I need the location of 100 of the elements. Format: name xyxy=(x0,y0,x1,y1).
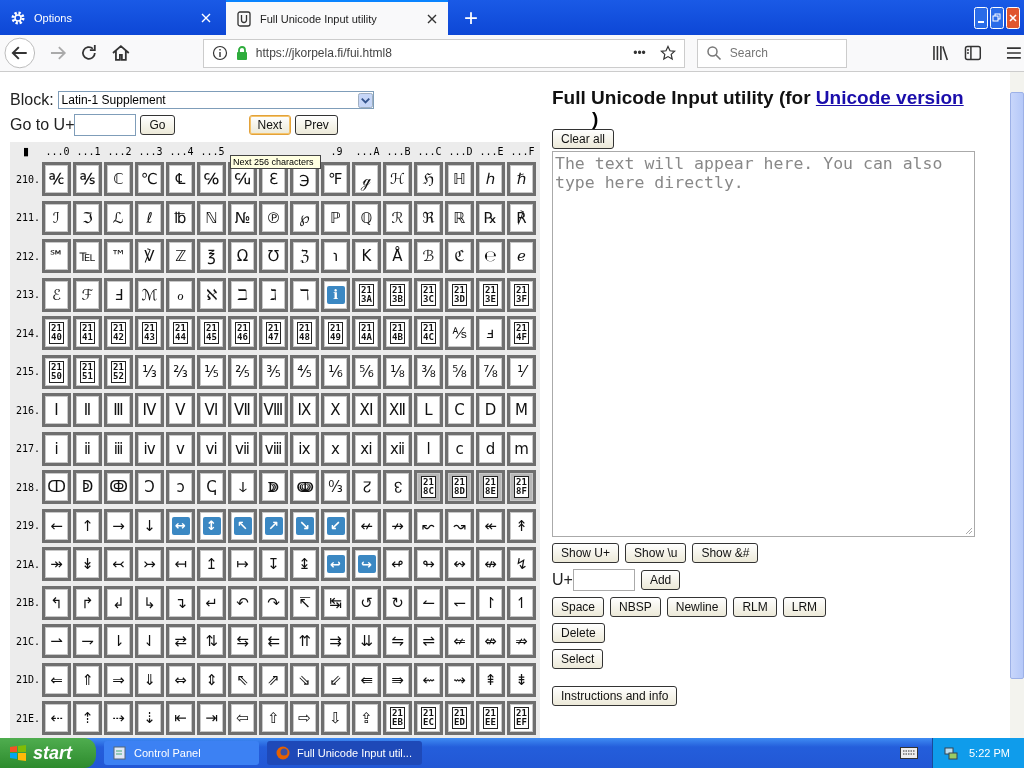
character-button[interactable]: ↀ xyxy=(42,470,71,505)
delete-button[interactable]: Delete xyxy=(552,623,605,643)
character-button[interactable]: ⇙ xyxy=(321,662,350,697)
character-button[interactable]: 214C xyxy=(414,316,443,351)
character-button[interactable]: Ⅽ xyxy=(445,393,474,428)
character-button[interactable]: 21ED xyxy=(445,701,474,736)
character-button[interactable]: ℓ xyxy=(135,200,164,235)
character-button[interactable]: ⇁ xyxy=(73,624,102,659)
go-button[interactable]: Go xyxy=(140,115,175,135)
home-button[interactable] xyxy=(111,43,131,63)
character-button[interactable]: ⇠ xyxy=(42,701,71,736)
character-button[interactable]: Ⅴ xyxy=(166,393,195,428)
character-button[interactable]: ℠ xyxy=(42,239,71,274)
character-button[interactable]: → xyxy=(104,508,133,543)
character-button[interactable]: ⇆ xyxy=(228,624,257,659)
character-button[interactable]: ↨ xyxy=(290,547,319,582)
character-button[interactable]: ⇢ xyxy=(104,701,133,736)
character-button[interactable]: ℘ xyxy=(290,200,319,235)
taskbar-button[interactable]: Full Unicode Input util... xyxy=(267,741,422,765)
character-button[interactable]: ℥ xyxy=(197,239,226,274)
character-button[interactable]: 213D xyxy=(445,277,474,312)
search-bar[interactable]: Search xyxy=(696,38,847,68)
character-button[interactable]: ⇊ xyxy=(352,624,381,659)
character-button[interactable]: ℝ xyxy=(445,200,474,235)
character-button[interactable]: Ⅹ xyxy=(321,393,350,428)
character-button[interactable]: ℋ xyxy=(383,162,412,197)
character-button[interactable]: ⅾ xyxy=(476,431,505,466)
insert-button[interactable]: LRM xyxy=(782,597,827,617)
character-button[interactable]: ↟ xyxy=(507,508,536,543)
add-button[interactable]: Add xyxy=(640,570,681,590)
character-button[interactable]: ⇇ xyxy=(259,624,288,659)
character-button[interactable]: ↗ xyxy=(259,508,288,543)
character-button[interactable]: Ⅲ xyxy=(104,393,133,428)
character-button[interactable]: ⅚ xyxy=(352,354,381,389)
block-dropdown[interactable]: Latin-1 Supplement xyxy=(57,91,374,109)
character-button[interactable]: ↊ xyxy=(352,470,381,505)
character-button[interactable]: Ⅰ xyxy=(42,393,71,428)
character-button[interactable]: ↽ xyxy=(445,585,474,620)
character-button[interactable]: ℯ xyxy=(507,239,536,274)
character-button[interactable]: ⇄ xyxy=(166,624,195,659)
character-button[interactable]: 2144 xyxy=(166,316,195,351)
character-button[interactable]: ℁ xyxy=(73,162,102,197)
character-button[interactable]: ℍ xyxy=(445,162,474,197)
character-button[interactable]: ↇ xyxy=(259,470,288,505)
character-button[interactable]: ℑ xyxy=(73,200,102,235)
character-button[interactable]: ⅹ xyxy=(321,431,350,466)
insert-button[interactable]: RLM xyxy=(733,597,777,617)
character-button[interactable]: ℩ xyxy=(321,239,350,274)
character-button[interactable]: ⅜ xyxy=(414,354,443,389)
character-button[interactable]: ⅺ xyxy=(352,431,381,466)
character-button[interactable]: 213E xyxy=(476,277,505,312)
character-button[interactable]: K xyxy=(352,239,381,274)
character-button[interactable]: ⇥ xyxy=(197,701,226,736)
character-button[interactable]: ℴ xyxy=(166,277,195,312)
character-button[interactable]: ↲ xyxy=(104,585,133,620)
character-button[interactable]: ↮ xyxy=(476,547,505,582)
character-button[interactable]: ⅖ xyxy=(228,354,257,389)
character-button[interactable]: ⅛ xyxy=(383,354,412,389)
character-button[interactable]: ↫ xyxy=(383,547,412,582)
character-button[interactable]: ⅓ xyxy=(135,354,164,389)
character-button[interactable]: ⅎ xyxy=(476,316,505,351)
character-button[interactable]: ℉ xyxy=(321,162,350,197)
character-button[interactable]: 213A xyxy=(352,277,381,312)
character-button[interactable]: ⅼ xyxy=(414,431,443,466)
character-button[interactable]: ℞ xyxy=(476,200,505,235)
character-button[interactable]: ⇉ xyxy=(321,624,350,659)
character-button[interactable]: ↖ xyxy=(228,508,257,543)
character-button[interactable]: Å xyxy=(383,239,412,274)
character-button[interactable]: ℵ xyxy=(197,277,226,312)
character-button[interactable]: 21EF xyxy=(507,701,536,736)
character-button[interactable]: ↜ xyxy=(414,508,443,543)
character-button[interactable]: ℅ xyxy=(197,162,226,197)
character-button[interactable]: ⇖ xyxy=(228,662,257,697)
character-button[interactable]: ↆ xyxy=(228,470,257,505)
character-button[interactable]: 2152 xyxy=(104,354,133,389)
character-button[interactable]: ⇒ xyxy=(104,662,133,697)
character-button[interactable]: ↤ xyxy=(166,547,195,582)
character-button[interactable]: ℙ xyxy=(321,200,350,235)
character-button[interactable]: 2145 xyxy=(197,316,226,351)
clear-all-button[interactable]: Clear all xyxy=(552,129,614,149)
character-button[interactable]: ↑ xyxy=(73,508,102,543)
character-button[interactable]: ↦ xyxy=(228,547,257,582)
character-button[interactable]: 2147 xyxy=(259,316,288,351)
character-button[interactable]: ⇦ xyxy=(228,701,257,736)
character-button[interactable]: ℷ xyxy=(259,277,288,312)
character-button[interactable]: ⇋ xyxy=(383,624,412,659)
character-button[interactable]: ⇟ xyxy=(507,662,536,697)
character-button[interactable]: ℨ xyxy=(290,239,319,274)
character-button[interactable]: ↠ xyxy=(42,547,71,582)
character-button[interactable]: ⅗ xyxy=(259,354,288,389)
show-format-button[interactable]: Show \u xyxy=(625,543,687,563)
character-button[interactable]: 218E xyxy=(476,470,505,505)
character-button[interactable]: ℧ xyxy=(259,239,288,274)
character-button[interactable]: ⇧ xyxy=(259,701,288,736)
character-button[interactable]: ⇡ xyxy=(73,701,102,736)
character-button[interactable]: Ⅷ xyxy=(259,393,288,428)
character-button[interactable]: ↔ xyxy=(166,508,195,543)
back-button[interactable] xyxy=(4,37,36,69)
character-button[interactable]: ↻ xyxy=(383,585,412,620)
character-button[interactable]: ↾ xyxy=(476,585,505,620)
